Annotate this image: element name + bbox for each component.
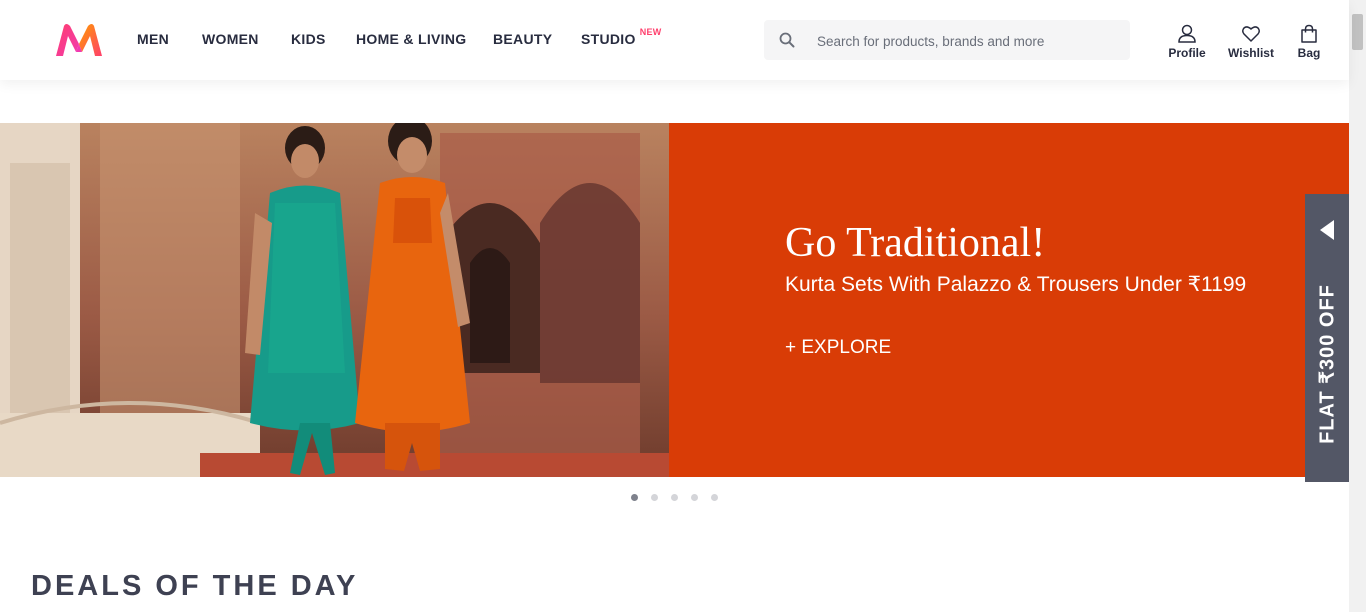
- nav-studio[interactable]: STUDIO NEW: [581, 27, 661, 47]
- myntra-logo[interactable]: [54, 22, 104, 58]
- profile-label: Profile: [1168, 46, 1206, 60]
- carousel-dot-2[interactable]: [651, 494, 658, 501]
- carousel-dot-1[interactable]: [631, 494, 638, 501]
- bag-button[interactable]: Bag: [1293, 24, 1325, 60]
- carousel-dot-4[interactable]: [691, 494, 698, 501]
- search-input[interactable]: [815, 21, 1119, 61]
- explore-link[interactable]: + EXPLORE: [785, 337, 891, 359]
- search-bar: [764, 20, 1130, 61]
- header: MEN WOMEN KIDS HOME & LIVING BEAUTY STUD…: [0, 0, 1349, 80]
- nav-kids[interactable]: KIDS: [291, 31, 326, 47]
- profile-button[interactable]: Profile: [1167, 24, 1207, 60]
- flat-offer-tab[interactable]: FLAT ₹300 OFF: [1305, 194, 1349, 482]
- banner-text-panel: Go Traditional! Kurta Sets With Palazzo …: [669, 123, 1349, 477]
- wishlist-button[interactable]: Wishlist: [1226, 24, 1276, 60]
- nav-studio-label: STUDIO: [581, 31, 636, 47]
- bag-label: Bag: [1297, 46, 1321, 60]
- page-scrollbar[interactable]: [1349, 0, 1366, 612]
- banner-photo: [0, 123, 669, 477]
- nav-women[interactable]: WOMEN: [202, 31, 259, 47]
- heart-icon: [1242, 26, 1260, 42]
- search-icon[interactable]: [779, 32, 795, 48]
- wishlist-label: Wishlist: [1228, 46, 1274, 60]
- carousel-dot-5[interactable]: [711, 494, 718, 501]
- bag-icon: [1301, 24, 1317, 43]
- banner-subtitle: Kurta Sets With Palazzo & Trousers Under…: [785, 273, 1247, 296]
- nav-men[interactable]: MEN: [137, 31, 169, 47]
- banner-title: Go Traditional!: [785, 220, 1046, 266]
- profile-icon: [1178, 24, 1196, 43]
- hero-banner[interactable]: Go Traditional! Kurta Sets With Palazzo …: [0, 123, 1349, 477]
- carousel-dot-3[interactable]: [671, 494, 678, 501]
- nav-beauty[interactable]: BEAUTY: [493, 31, 552, 47]
- offer-text: FLAT ₹300 OFF: [1316, 284, 1339, 444]
- arrow-left-icon[interactable]: [1320, 220, 1334, 240]
- scrollbar-thumb[interactable]: [1352, 14, 1363, 50]
- deals-heading: DEALS OF THE DAY: [31, 570, 359, 602]
- new-badge: NEW: [639, 27, 662, 37]
- nav-home-living[interactable]: HOME & LIVING: [356, 31, 466, 47]
